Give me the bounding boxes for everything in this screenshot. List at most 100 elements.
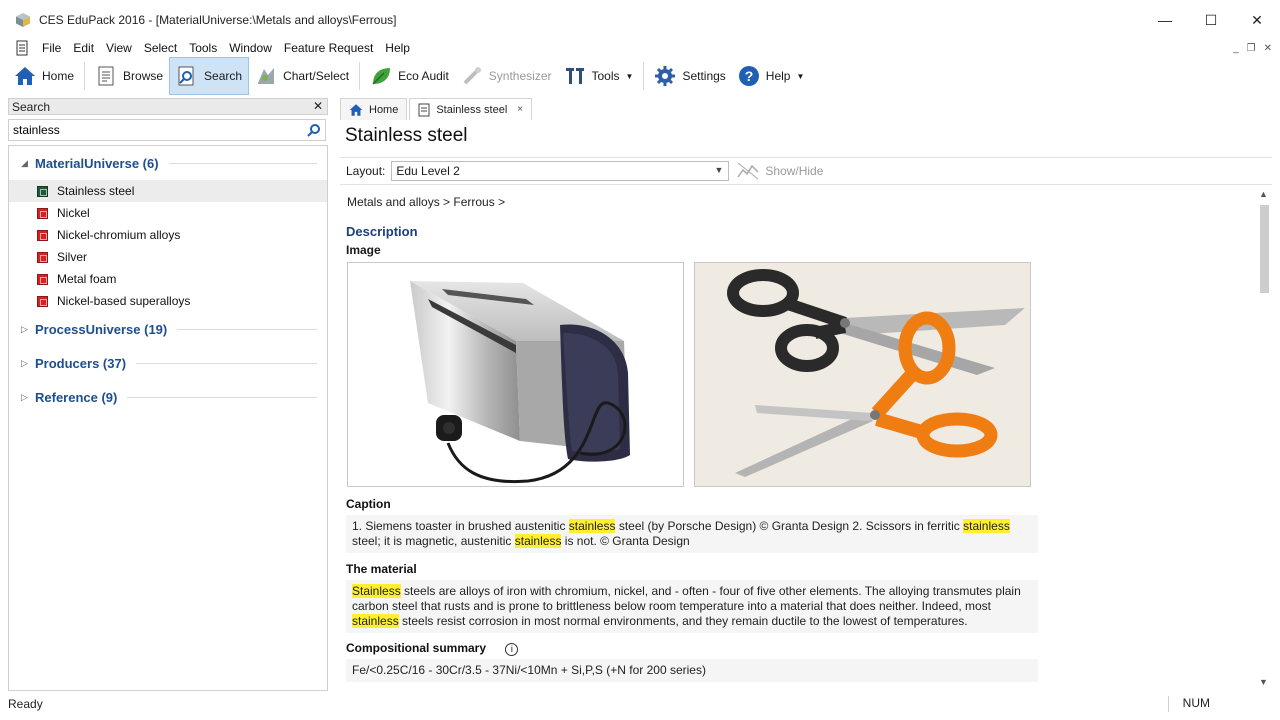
menu-view[interactable]: View: [100, 41, 138, 55]
browse-icon: [98, 66, 114, 86]
synthesizer-button[interactable]: Synthesizer: [455, 57, 558, 95]
page-title: Stainless steel: [345, 125, 468, 146]
chart-select-button[interactable]: Chart/Select: [249, 57, 355, 95]
tab-close-button[interactable]: ×: [517, 104, 523, 115]
caption-label: Caption: [346, 497, 391, 511]
tree-item-nickel-chromium-alloys[interactable]: Nickel-chromium alloys: [9, 224, 327, 246]
eco-audit-button[interactable]: Eco Audit: [364, 57, 455, 95]
search-button[interactable]: Search: [169, 57, 250, 95]
home-icon: [15, 67, 35, 85]
expanded-arrow-icon[interactable]: ◢: [21, 158, 31, 169]
collapsed-arrow-icon[interactable]: ▷: [21, 324, 31, 335]
show-hide-button[interactable]: Show/Hide: [737, 162, 823, 180]
material-icon: [37, 229, 48, 241]
composition-label: Compositional summary: [346, 641, 487, 655]
chevron-down-icon: ▼: [796, 71, 805, 81]
composition-text: Fe/<0.25C/16 - 30Cr/3.5 - 37Ni/<10Mn + S…: [346, 659, 1038, 682]
tree-item-metal-foam[interactable]: Metal foam: [9, 268, 327, 290]
tree-item-silver[interactable]: Silver: [9, 246, 327, 268]
toolbar-separator: [359, 62, 361, 90]
settings-button[interactable]: Settings: [648, 57, 731, 95]
search-icon[interactable]: [307, 123, 321, 137]
chevron-down-icon: ▼: [625, 71, 634, 81]
tab-home[interactable]: Home: [340, 98, 408, 120]
chart-select-label: Chart/Select: [283, 69, 350, 83]
tree-item-label: Stainless steel: [57, 184, 135, 198]
layout-dropdown[interactable]: Edu Level 2 ▼: [391, 161, 730, 181]
settings-label: Settings: [682, 69, 726, 83]
scroll-down-icon[interactable]: ▼: [1259, 677, 1268, 687]
caption-segment: 1. Siemens toaster in brushed austenitic: [352, 519, 569, 533]
material-segment: steels are alloys of iron with chromium,…: [352, 584, 1021, 613]
collapsed-arrow-icon[interactable]: ▷: [21, 358, 31, 369]
synthesizer-icon: [463, 67, 481, 85]
num-lock-indicator: NUM: [1167, 696, 1224, 712]
tab-label: Home: [369, 103, 399, 116]
tree-item-label: Silver: [57, 250, 88, 264]
content-scrollbar[interactable]: ▲ ▼: [1257, 187, 1271, 690]
material-segment: steels resist corrosion in most normal e…: [398, 614, 968, 628]
search-panel-title: Search: [12, 99, 51, 114]
chevron-down-icon: ▼: [714, 165, 724, 175]
search-input[interactable]: [13, 123, 293, 137]
tools-label: Tools: [591, 69, 620, 83]
window-title: CES EduPack 2016 - [MaterialUniverse:\Me…: [39, 12, 397, 27]
menu-file[interactable]: File: [36, 41, 67, 55]
material-text: Stainless steels are alloys of iron with…: [346, 580, 1038, 633]
scroll-thumb[interactable]: [1260, 205, 1269, 293]
menu-edit[interactable]: Edit: [67, 41, 100, 55]
tree-item-nickel-based-superalloys[interactable]: Nickel-based superalloys: [9, 290, 327, 312]
breadcrumb[interactable]: Metals and alloys > Ferrous >: [347, 195, 505, 209]
caption-segment: is not. © Granta Design: [561, 534, 690, 548]
menu-window[interactable]: Window: [223, 41, 278, 55]
tree-group-processuniverse[interactable]: ▷ ProcessUniverse (19): [9, 312, 327, 346]
mdi-restore-button[interactable]: ❐: [1247, 43, 1256, 54]
tree-group-materialuniverse[interactable]: ◢ MaterialUniverse (6): [9, 146, 327, 180]
tab-stainless-steel[interactable]: Stainless steel ×: [409, 98, 533, 120]
svg-text:?: ?: [745, 68, 754, 84]
synthesizer-label: Synthesizer: [488, 69, 552, 83]
leaf-icon: [372, 68, 391, 85]
maximize-window-button[interactable]: ☐: [1188, 0, 1234, 40]
help-icon: ?: [738, 66, 759, 86]
menu-select[interactable]: Select: [138, 41, 183, 55]
tree-item-nickel[interactable]: Nickel: [9, 202, 327, 224]
menu-tools[interactable]: Tools: [183, 41, 223, 55]
tree-group-label: ProcessUniverse (19): [35, 321, 168, 337]
tree-group-producers[interactable]: ▷ Producers (37): [9, 346, 327, 380]
collapsed-arrow-icon[interactable]: ▷: [21, 392, 31, 403]
tree-group-label: Reference (9): [35, 389, 118, 405]
show-hide-label: Show/Hide: [765, 164, 824, 178]
scroll-up-icon[interactable]: ▲: [1259, 189, 1268, 199]
search-panel-close-button[interactable]: ✕: [313, 99, 323, 113]
material-icon: [37, 295, 48, 307]
tools-icon: [565, 68, 584, 84]
tree-item-stainless-steel[interactable]: Stainless steel: [9, 180, 327, 202]
mdi-minimize-button[interactable]: _: [1233, 43, 1239, 54]
close-window-button[interactable]: ✕: [1234, 0, 1280, 40]
tree-group-reference[interactable]: ▷ Reference (9): [9, 380, 327, 414]
minimize-window-button[interactable]: —: [1142, 0, 1188, 40]
scissors-image: [694, 262, 1031, 487]
menu-feature-request[interactable]: Feature Request: [278, 41, 379, 55]
menu-bar: File Edit View Select Tools Window Featu…: [0, 38, 1280, 58]
tools-button[interactable]: Tools ▼: [558, 57, 640, 95]
tree-group-label: Producers (37): [35, 355, 127, 371]
status-bar: Ready NUM: [0, 694, 1280, 714]
help-button[interactable]: ? Help ▼: [732, 57, 811, 95]
info-icon[interactable]: i: [505, 643, 519, 656]
home-button[interactable]: Home: [8, 57, 80, 95]
material-icon: [37, 273, 48, 285]
toolbar-separator: [643, 62, 645, 90]
browse-button[interactable]: Browse: [89, 57, 169, 95]
show-hide-icon: [737, 162, 759, 180]
tree-item-label: Metal foam: [57, 272, 117, 286]
material-icon: [37, 251, 48, 263]
chart-select-icon: [258, 68, 275, 84]
search-label: Search: [204, 69, 243, 83]
menu-help[interactable]: Help: [379, 41, 416, 55]
search-doc-icon: [178, 66, 194, 86]
material-icon: [37, 207, 48, 219]
mdi-close-button[interactable]: ✕: [1264, 43, 1272, 54]
search-highlight: stainless: [514, 534, 562, 548]
